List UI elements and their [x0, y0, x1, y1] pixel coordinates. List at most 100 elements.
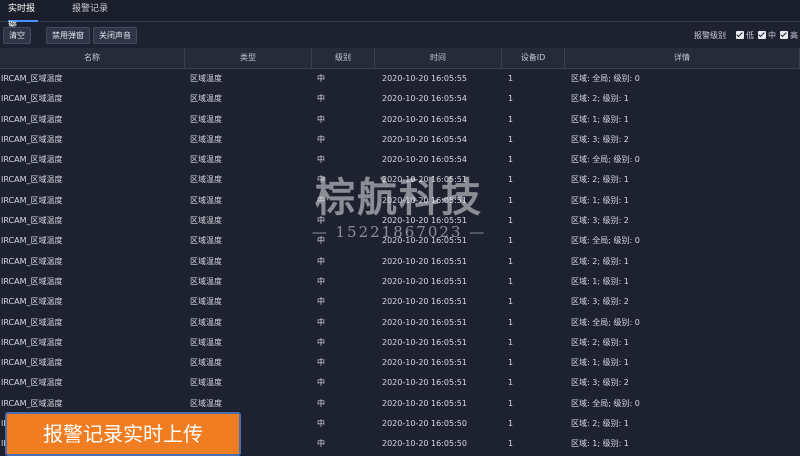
table-row[interactable]: IRCAM_区域温度 区域温度 中 2020-10-20 16:05:54 1 区域: 2…	[0, 89, 800, 109]
table-row[interactable]: IRCAM_区域温度 区域温度 中 2020-10-20 16:05:51 1 区域: 2…	[0, 333, 800, 353]
cell-time: 2020-10-20 16:05:50	[382, 419, 467, 429]
cell-details: 区域: 1; 级别: 1	[571, 358, 629, 368]
column-header-device-id[interactable]: 设备ID	[502, 48, 565, 68]
cell-time: 2020-10-20 16:05:51	[382, 236, 467, 246]
cell-time: 2020-10-20 16:05:51	[382, 195, 467, 205]
column-header-type[interactable]: 类型	[185, 48, 312, 68]
cell-details: 区域: 2; 级别: 1	[571, 256, 629, 266]
cell-device-id: 1	[508, 337, 514, 347]
table-row[interactable]: IRCAM_区域温度 区域温度 中 2020-10-20 16:05:51 1 区域: 1…	[0, 191, 800, 211]
column-header-name[interactable]: 名称	[0, 48, 185, 68]
tab-alarm-records[interactable]: 报警记录	[72, 0, 112, 20]
table-body: IRCAM_区域温度 区域温度中 2020-10-20 16:05:55 1 区域: 全…	[0, 69, 800, 455]
cell-details: 区域: 2; 级别: 1	[571, 175, 629, 185]
table-row[interactable]: IRCAM_区域温度 区域温度 中 2020-10-20 16:05:51 1 区域: 全…	[0, 394, 800, 414]
cell-level: 中	[317, 439, 325, 449]
table-row[interactable]: IRCAM_区域温度 区域温度 中 2020-10-20 16:05:51 1 区域: 3…	[0, 211, 800, 231]
cell-name: IRCAM_区域温度	[1, 276, 63, 286]
table-row[interactable]: IRCAM_区域温度 区域温度 中 2020-10-20 16:05:54 1 区域: 1…	[0, 110, 800, 130]
cell-name: IRCAM_区域温度	[1, 195, 63, 205]
cell-name: IRCAM_区域温度	[1, 378, 63, 388]
cell-type: 区域温度	[190, 337, 222, 347]
cell-details: 区域: 1; 级别: 1	[571, 439, 629, 449]
cell-details: 区域: 2; 级别: 1	[571, 94, 629, 104]
cell-level: 中	[317, 94, 325, 104]
cell-device-id: 1	[508, 216, 514, 226]
cell-details: 区域: 1; 级别: 1	[571, 276, 629, 286]
cell-name: IRCAM_区域温度	[1, 134, 63, 144]
cell-details: 区域: 3; 级别: 2	[571, 378, 629, 388]
checkbox-checked-icon	[780, 31, 788, 39]
column-header-level[interactable]: 级别	[312, 48, 375, 68]
tab-realtime-alarm[interactable]: 实时报警	[8, 0, 38, 32]
cell-time: 2020-10-20 16:05:51	[382, 398, 467, 408]
cell-level: 中	[317, 134, 325, 144]
disable-popup-button[interactable]: 禁用弹窗	[46, 27, 90, 44]
table-row[interactable]: IRCAM_区域温度 区域温度 中 2020-10-20 16:05:54 1 区域: 3…	[0, 130, 800, 150]
cell-name: IRCAM_区域温度	[1, 155, 63, 165]
cell-details: 区域: 全局; 级别: 0	[571, 155, 640, 165]
cell-device-id: 1	[508, 439, 514, 449]
cell-level: 中	[317, 378, 325, 388]
cell-time: 2020-10-20 16:05:51	[382, 297, 467, 307]
cell-type: 区域温度	[190, 155, 222, 165]
level-high-label: 高	[790, 30, 798, 40]
cell-device-id: 1	[508, 378, 514, 388]
column-header-time[interactable]: 时间	[375, 48, 502, 68]
cell-device-id: 1	[508, 134, 514, 144]
level-low-checkbox[interactable]: 低	[736, 30, 754, 41]
cell-details: 区域: 1; 级别: 1	[571, 195, 629, 205]
table-row[interactable]: IRCAM_区域温度 区域温度 中 2020-10-20 16:05:51 1 区域: 全…	[0, 313, 800, 333]
column-header-details[interactable]: 详情	[565, 48, 800, 68]
table-row[interactable]: IRCAM_区域温度 区域温度 中 2020-10-20 16:05:54 1 区域: 全…	[0, 150, 800, 170]
table-row[interactable]: IRCAM_区域温度 区域温度 中 2020-10-20 16:05:51 1 区域: 2…	[0, 252, 800, 272]
level-medium-checkbox[interactable]: 中	[758, 30, 776, 41]
cell-level: 中	[317, 74, 325, 83]
cell-details: 区域: 2; 级别: 1	[571, 337, 629, 347]
cell-details: 区域: 3; 级别: 2	[571, 134, 629, 144]
cell-device-id: 1	[508, 114, 514, 124]
table-row[interactable]: IRCAM_区域温度 区域温度 中 2020-10-20 16:05:51 1 区域: 1…	[0, 272, 800, 292]
cell-type: 区域温度	[190, 358, 222, 368]
table-row[interactable]: IRCAM_区域温度 区域温度 中 2020-10-20 16:05:51 1 区域: 3…	[0, 373, 800, 393]
cell-name: IRCAM_区域温度	[1, 317, 63, 327]
table-row[interactable]: IRCAM_区域温度 区域温度 中 2020-10-20 16:05:51 1 区域: 3…	[0, 292, 800, 312]
cell-name: IRCAM_区域温度	[1, 398, 63, 408]
cell-type: 区域温度	[190, 317, 222, 327]
cell-details: 区域: 3; 级别: 2	[571, 297, 629, 307]
cell-device-id: 1	[508, 398, 514, 408]
cell-level: 中	[317, 317, 325, 327]
cell-level: 中	[317, 114, 325, 124]
cell-time: 2020-10-20 16:05:51	[382, 378, 467, 388]
cell-time: 2020-10-20 16:05:51	[382, 175, 467, 185]
cell-time: 2020-10-20 16:05:51	[382, 276, 467, 286]
cell-device-id: 1	[508, 195, 514, 205]
cell-device-id: 1	[508, 236, 514, 246]
level-low-label: 低	[746, 30, 754, 40]
cell-level: 中	[317, 337, 325, 347]
cell-time: 2020-10-20 16:05:51	[382, 216, 467, 226]
cell-time: 2020-10-20 16:05:51	[382, 256, 467, 266]
cell-device-id: 1	[508, 94, 514, 104]
alarm-table: 名称 类型 级别 时间 设备ID 详情 IRCAM_区域温度 区域温度中 2020-…	[0, 48, 800, 455]
level-high-checkbox[interactable]: 高	[780, 30, 798, 41]
level-medium-label: 中	[768, 30, 776, 40]
cell-details: 区域: 全局; 级别: 0	[571, 398, 640, 408]
table-row[interactable]: IRCAM_区域温度 区域温度 中 2020-10-20 16:05:55 1 区域: 全…	[0, 69, 800, 89]
cell-time: 2020-10-20 16:05:54	[382, 134, 467, 144]
cell-device-id: 1	[508, 155, 514, 165]
clear-button[interactable]: 清空	[3, 27, 31, 44]
cell-type: 区域温度	[190, 256, 222, 266]
cell-type: 区域温度	[190, 134, 222, 144]
mute-sound-button[interactable]: 关闭声音	[93, 27, 137, 44]
checkbox-checked-icon	[758, 31, 766, 39]
cell-name: IRCAM_区域温度	[1, 175, 63, 185]
toolbar: 清空 禁用弹窗 关闭声音 报警级别 低 中 高	[0, 24, 800, 46]
table-row[interactable]: IRCAM_区域温度 区域温度 中 2020-10-20 16:05:51 1 区域: 2…	[0, 170, 800, 190]
cell-name: IRCAM_区域温度	[1, 337, 63, 347]
table-row[interactable]: IRCAM_区域温度 区域温度 中 2020-10-20 16:05:51 1 区域: 全…	[0, 231, 800, 251]
table-row[interactable]: IRCAM_区域温度 区域温度 中 2020-10-20 16:05:51 1 区域: 1…	[0, 353, 800, 373]
cell-type: 区域温度	[190, 398, 222, 408]
cell-type: 区域温度	[190, 195, 222, 205]
alarm-level-label: 报警级别	[694, 30, 726, 40]
